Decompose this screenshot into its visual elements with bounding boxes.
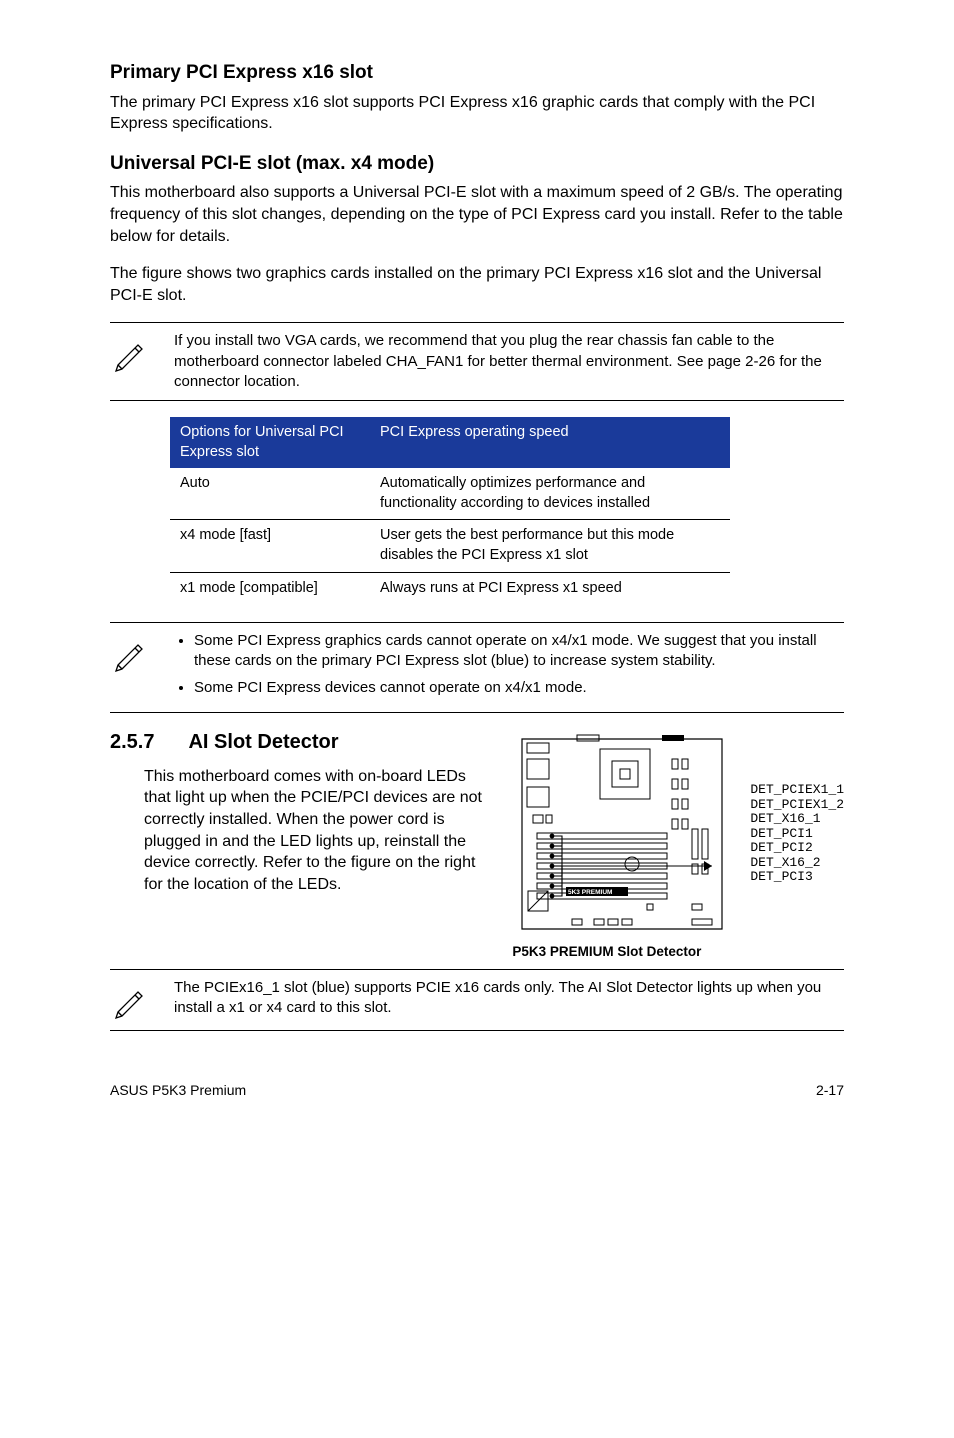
note-bullet: Some PCI Express graphics cards cannot o… bbox=[194, 631, 840, 672]
pencil-icon bbox=[110, 631, 154, 704]
table-cell-speed: User gets the best performance but this … bbox=[370, 520, 730, 572]
paragraph-universal-p1: This motherboard also supports a Univers… bbox=[110, 182, 844, 247]
section-title-ai-slot: AI Slot Detector bbox=[188, 729, 338, 756]
table-cell-option: x1 mode [compatible] bbox=[170, 572, 370, 604]
table-row: x4 mode [fast] User gets the best perfor… bbox=[170, 520, 730, 572]
note-text-pcie-mode: Some PCI Express graphics cards cannot o… bbox=[174, 631, 840, 704]
pencil-icon bbox=[110, 331, 154, 392]
table-cell-speed: Automatically optimizes performance and … bbox=[370, 468, 730, 520]
footer-left: ASUS P5K3 Premium bbox=[110, 1081, 246, 1100]
note-block-pciex16-1: The PCIEx16_1 slot (blue) supports PCIE … bbox=[110, 969, 844, 1031]
paragraph-primary-pciex16: The primary PCI Express x16 slot support… bbox=[110, 92, 844, 135]
options-table: Options for Universal PCI Express slot P… bbox=[170, 417, 730, 604]
paragraph-universal-p2: The figure shows two graphics cards inst… bbox=[110, 263, 844, 306]
table-row: Auto Automatically optimizes performance… bbox=[170, 468, 730, 520]
section-heading-primary-pciex16: Primary PCI Express x16 slot bbox=[110, 60, 844, 86]
diagram-callout-labels: DET_PCIEX1_1 DET_PCIEX1_2 DET_X16_1 DET_… bbox=[750, 783, 844, 885]
footer-page-number: 2-17 bbox=[816, 1081, 844, 1100]
table-row: x1 mode [compatible] Always runs at PCI … bbox=[170, 572, 730, 604]
note-block-pcie-mode: Some PCI Express graphics cards cannot o… bbox=[110, 622, 844, 713]
table-header-options: Options for Universal PCI Express slot bbox=[170, 417, 370, 468]
note-text-pciex16-1: The PCIEx16_1 slot (blue) supports PCIE … bbox=[174, 978, 840, 1022]
paragraph-ai-slot: This motherboard comes with on-board LED… bbox=[110, 766, 494, 896]
motherboard-diagram: 5K3 PREMIUM bbox=[512, 729, 742, 939]
section-number: 2.5.7 bbox=[110, 729, 154, 756]
table-cell-option: x4 mode [fast] bbox=[170, 520, 370, 572]
table-header-speed: PCI Express operating speed bbox=[370, 417, 730, 468]
section-heading-universal-pcie: Universal PCI-E slot (max. x4 mode) bbox=[110, 151, 844, 177]
note-block-vga: If you install two VGA cards, we recomme… bbox=[110, 322, 844, 401]
note-bullet: Some PCI Express devices cannot operate … bbox=[194, 678, 840, 698]
table-cell-speed: Always runs at PCI Express x1 speed bbox=[370, 572, 730, 604]
note-text-vga: If you install two VGA cards, we recomme… bbox=[174, 331, 840, 392]
table-cell-option: Auto bbox=[170, 468, 370, 520]
pencil-icon bbox=[110, 978, 154, 1022]
diagram-board-model-label: 5K3 PREMIUM bbox=[568, 889, 612, 896]
diagram-caption: P5K3 PREMIUM Slot Detector bbox=[512, 943, 844, 961]
